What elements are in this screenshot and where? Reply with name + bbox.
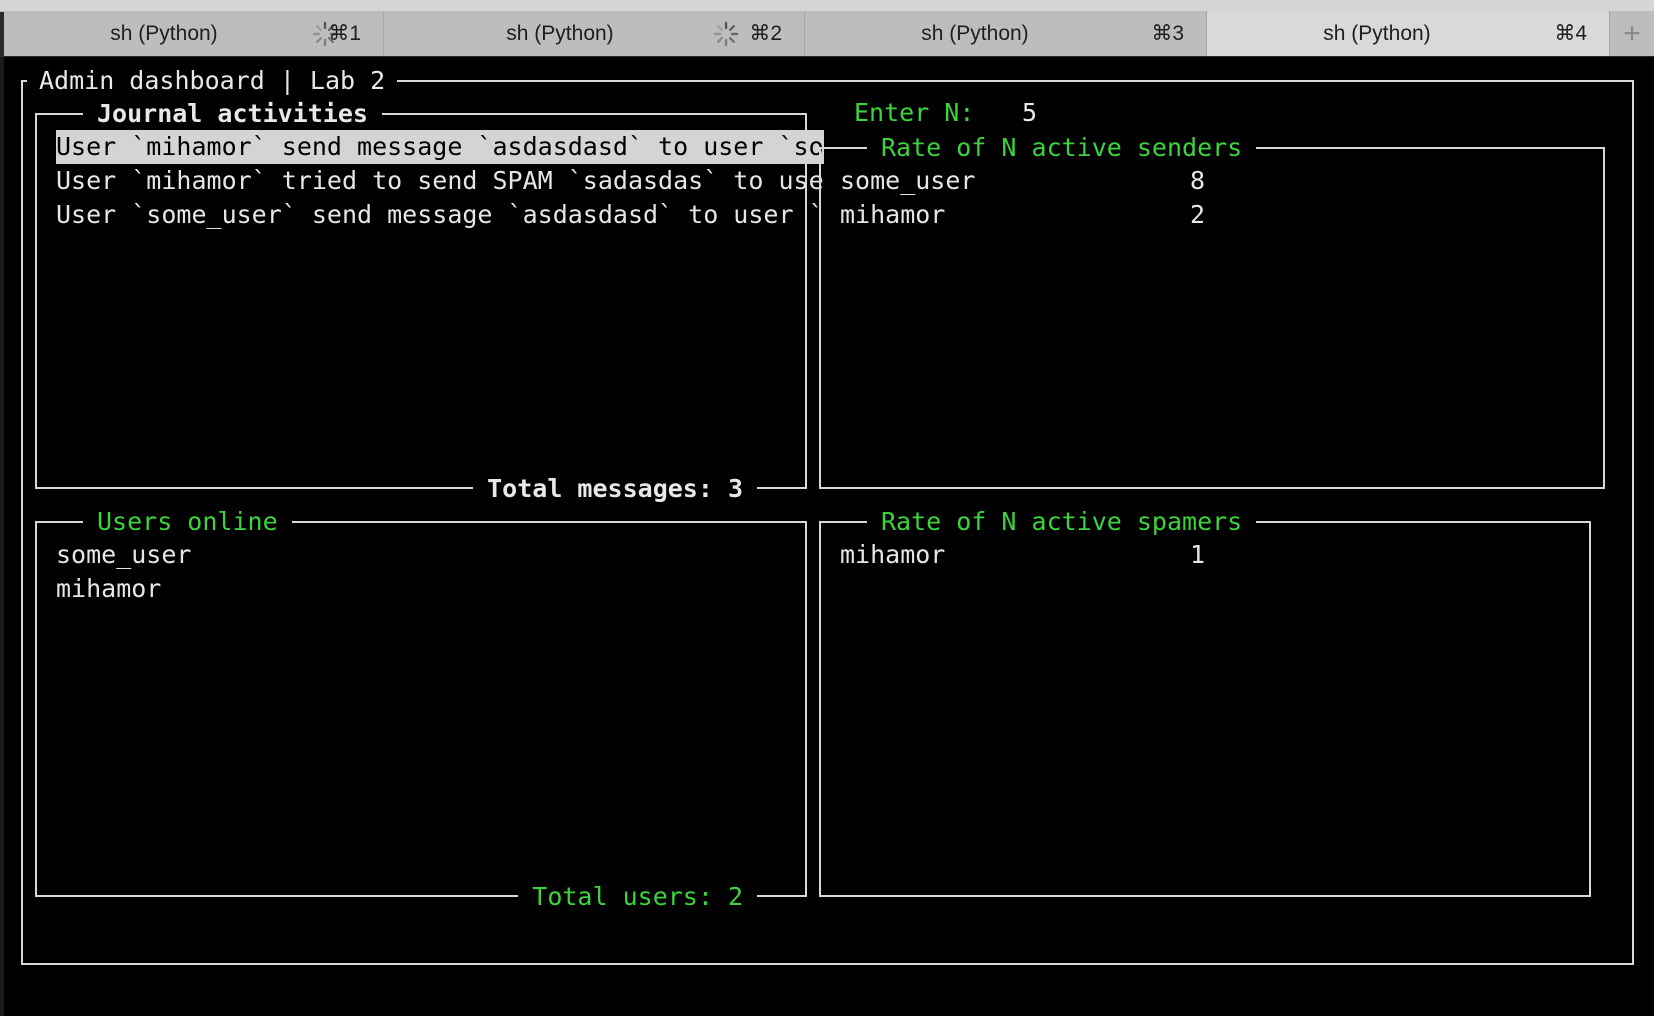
- sender-count: 2: [1190, 200, 1206, 229]
- tab-4[interactable]: sh (Python) ⌘4: [1207, 11, 1610, 56]
- journal-entry-selected[interactable]: User `mihamor` send message `asdasdasd` …: [56, 130, 824, 164]
- tab-3[interactable]: sh (Python) ⌘3: [805, 11, 1207, 56]
- spinner-icon: [713, 21, 739, 47]
- sender-name: mihamor: [840, 200, 946, 229]
- spamers-title: Rate of N active spamers: [867, 506, 1257, 538]
- journal-title: Journal activities: [83, 98, 382, 130]
- tab-title: sh (Python): [921, 22, 1029, 45]
- users-online-title: Users online: [83, 506, 292, 538]
- spamer-name: mihamor: [840, 540, 946, 569]
- senders-title: Rate of N active senders: [867, 132, 1257, 164]
- tab-shortcut: ⌘3: [1151, 22, 1184, 45]
- journal-entry[interactable]: User `mihamor` tried to send SPAM `sadas…: [56, 164, 824, 198]
- tab-shortcut: ⌘1: [328, 22, 361, 45]
- tab-1[interactable]: sh (Python) ⌘1: [4, 11, 384, 56]
- online-user: mihamor: [56, 574, 162, 603]
- spamers-panel: Rate of N active spamers: [819, 506, 1591, 897]
- sender-name: some_user: [840, 166, 976, 195]
- tab-title: sh (Python): [1323, 22, 1431, 45]
- online-user: some_user: [56, 540, 192, 569]
- terminal-window: sh (Python) ⌘1 sh (Python) ⌘2 sh (Python…: [0, 0, 1654, 1016]
- tab-title: sh (Python): [506, 22, 614, 45]
- total-users: Total users: 2: [518, 881, 757, 913]
- enter-n-input[interactable]: 5: [1022, 96, 1037, 130]
- tab-bar: sh (Python) ⌘1 sh (Python) ⌘2 sh (Python…: [0, 0, 1654, 57]
- tab-title: sh (Python): [110, 22, 218, 45]
- spamer-count: 1: [1190, 540, 1206, 569]
- new-tab-button[interactable]: +: [1610, 11, 1654, 56]
- tab-shortcut: ⌘2: [749, 22, 782, 45]
- tab-2[interactable]: sh (Python) ⌘2: [384, 11, 805, 56]
- dashboard-title: Admin dashboard | Lab 2: [27, 65, 398, 97]
- journal-entry[interactable]: User `some_user` send message `asdasdasd…: [56, 198, 824, 232]
- enter-n-label: Enter N:: [854, 98, 975, 127]
- total-messages: Total messages: 3: [473, 473, 757, 505]
- tab-shortcut: ⌘4: [1554, 22, 1587, 45]
- sender-count: 8: [1190, 166, 1206, 195]
